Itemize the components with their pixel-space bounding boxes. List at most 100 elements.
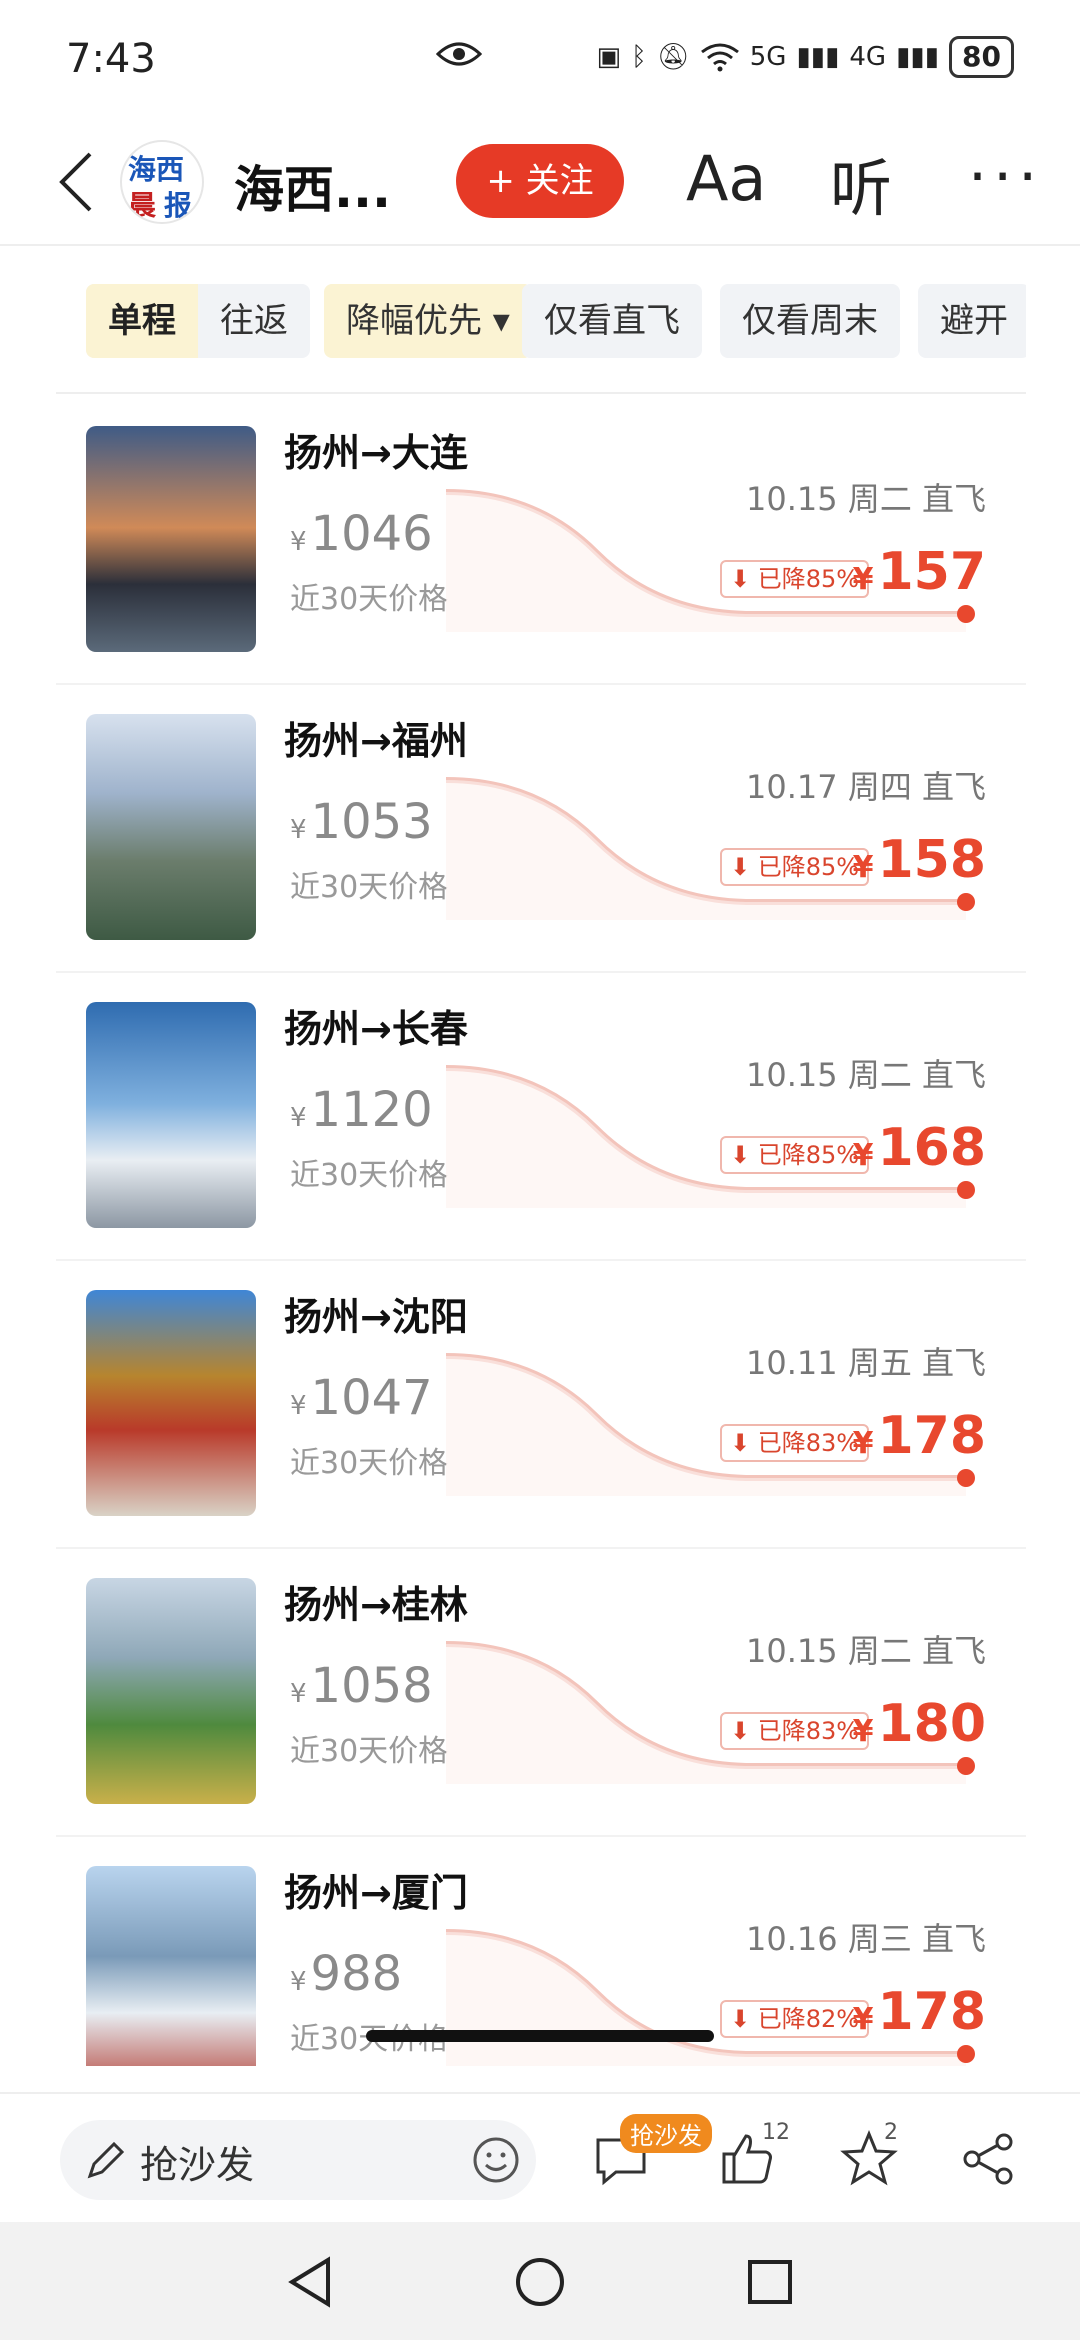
source-logo[interactable]: 海西 晨 报 — [120, 140, 204, 224]
font-size-button[interactable]: Aa — [686, 142, 766, 215]
current-price-value: 180 — [877, 1694, 986, 1754]
status-time: 7:43 — [66, 36, 156, 82]
system-nav-bar — [0, 2222, 1080, 2340]
drop-badge: ⬇ 已降83% — [720, 1712, 870, 1750]
nav-back-icon[interactable] — [286, 2256, 334, 2308]
tab-one-way[interactable]: 单程 — [86, 284, 198, 358]
flight-date: 10.11 周五 直飞 — [746, 1344, 986, 1382]
direct-only-chip[interactable]: 仅看直飞 — [522, 284, 702, 358]
down-arrow-icon: ⬇ — [730, 853, 758, 881]
signal-5g: 5G — [749, 42, 787, 72]
flight-deal-row[interactable]: 扬州→长春 ¥1120 近30天价格 10.15 周二 直飞 ⬇ 已降85% ¥168 — [56, 972, 1026, 1260]
currency-symbol: ¥ — [290, 815, 307, 845]
currency-symbol: ¥ — [290, 1967, 307, 1997]
bluetooth-icon: ᛒ — [631, 42, 647, 72]
route-title: 扬州→福州 — [284, 719, 468, 763]
drop-percent: 已降83% — [757, 1429, 860, 1457]
current-price-value: 178 — [877, 1406, 986, 1466]
old-price: ¥1053 — [290, 794, 433, 850]
currency-symbol: ¥ — [852, 562, 874, 597]
old-price: ¥1120 — [290, 1082, 433, 1138]
logo-text-1: 海西 — [128, 153, 185, 186]
old-price-value: 1120 — [310, 1082, 433, 1138]
drop-percent: 已降85% — [757, 565, 860, 593]
drop-percent: 已降85% — [757, 1141, 860, 1169]
current-price-value: 168 — [877, 1118, 986, 1178]
flight-date: 10.17 周四 直飞 — [746, 768, 986, 806]
flight-date: 10.15 周二 直飞 — [746, 1632, 986, 1670]
current-price: ¥178 — [853, 1406, 986, 1466]
drop-badge: ⬇ 已降85% — [720, 1136, 870, 1174]
old-price: ¥988 — [290, 1946, 402, 2002]
logo-text-3: 报 — [164, 189, 193, 222]
old-price-value: 988 — [310, 1946, 403, 2002]
old-price-label: 近30天价格 — [290, 870, 449, 905]
source-name[interactable]: 海西... — [234, 150, 391, 222]
currency-symbol: ¥ — [290, 1103, 307, 1133]
avoid-chip[interactable]: 避开 — [918, 284, 1026, 358]
follow-button[interactable]: + 关注 — [456, 144, 624, 218]
flight-date: 10.16 周三 直飞 — [746, 1920, 986, 1958]
divider — [56, 392, 1026, 394]
old-price-value: 1047 — [310, 1370, 433, 1426]
wifi-icon — [700, 43, 739, 72]
nav-recents-icon[interactable] — [746, 2258, 794, 2306]
flight-deal-row[interactable]: 扬州→沈阳 ¥1047 近30天价格 10.11 周五 直飞 ⬇ 已降83% ¥178 — [56, 1260, 1026, 1548]
current-price-value: 158 — [877, 830, 986, 890]
article-header: 海西 晨 报 海西... + 关注 Aa 听 ··· — [0, 120, 1080, 246]
old-price-value: 1046 — [310, 506, 433, 562]
currency-symbol: ¥ — [290, 1391, 307, 1421]
destination-photo — [86, 1002, 256, 1228]
sort-drop-chip[interactable]: 降幅优先 ▾ — [324, 284, 532, 358]
flight-deal-row[interactable]: 扬州→福州 ¥1053 近30天价格 10.17 周四 直飞 ⬇ 已降85% ¥158 — [56, 684, 1026, 972]
signal-4g: 4G — [849, 42, 887, 72]
listen-button[interactable]: 听 — [830, 138, 892, 228]
destination-photo — [86, 1578, 256, 1804]
tab-round-trip[interactable]: 往返 — [198, 284, 310, 358]
old-price: ¥1058 — [290, 1658, 433, 1714]
route-title: 扬州→长春 — [284, 1007, 468, 1051]
currency-symbol: ¥ — [290, 527, 307, 557]
destination-photo — [86, 1290, 256, 1516]
pencil-icon — [87, 2141, 125, 2179]
old-price-label: 近30天价格 — [290, 1734, 449, 1769]
comment-input[interactable]: 抢沙发 — [60, 2120, 536, 2200]
drop-percent: 已降82% — [757, 2005, 860, 2033]
battery-indicator: 80 — [949, 36, 1014, 78]
comment-toolbar: 抢沙发 抢沙发 12 2 — [0, 2092, 1080, 2222]
drop-badge: ⬇ 已降83% — [720, 1424, 870, 1462]
currency-symbol: ¥ — [290, 1679, 307, 1709]
drop-percent: 已降85% — [757, 853, 860, 881]
flight-date: 10.15 周二 直飞 — [746, 480, 986, 518]
down-arrow-icon: ⬇ — [730, 565, 758, 593]
currency-symbol: ¥ — [852, 1138, 874, 1173]
mute-icon: 🔕︎ — [656, 42, 690, 72]
comment-placeholder: 抢沙发 — [140, 2143, 255, 2187]
trip-type-toggle: 单程 往返 — [86, 284, 310, 358]
flight-deal-row[interactable]: 扬州→大连 ¥1046 近30天价格 10.15 周二 直飞 ⬇ 已降85% ¥157 — [56, 396, 1026, 684]
route-title: 扬州→桂林 — [284, 1583, 468, 1627]
more-options-icon[interactable]: ··· — [968, 142, 1043, 212]
share-icon[interactable] — [960, 2130, 1018, 2188]
old-price-value: 1053 — [310, 794, 433, 850]
currency-symbol: ¥ — [852, 850, 874, 885]
currency-symbol: ¥ — [852, 1426, 874, 1461]
route-title: 扬州→沈阳 — [284, 1295, 468, 1339]
emoji-icon[interactable] — [472, 2136, 520, 2184]
currency-symbol: ¥ — [852, 1714, 874, 1749]
down-arrow-icon: ⬇ — [730, 2005, 758, 2033]
old-price: ¥1046 — [290, 506, 433, 562]
weekend-only-chip[interactable]: 仅看周末 — [720, 284, 900, 358]
nav-home-icon[interactable] — [514, 2256, 566, 2308]
favorite-count: 2 — [884, 2120, 898, 2145]
current-price-value: 157 — [877, 542, 986, 602]
current-price: ¥157 — [853, 542, 986, 602]
drop-badge: ⬇ 已降85% — [720, 848, 870, 886]
old-price-label: 近30天价格 — [290, 1158, 449, 1193]
back-arrow-icon[interactable] — [56, 150, 96, 214]
drop-percent: 已降83% — [757, 1717, 860, 1745]
current-price-value: 178 — [877, 1982, 986, 2042]
flight-deal-row[interactable]: 扬州→桂林 ¥1058 近30天价格 10.15 周二 直飞 ⬇ 已降83% ¥180 — [56, 1548, 1026, 1836]
route-title: 扬州→大连 — [284, 431, 468, 475]
current-price: ¥180 — [853, 1694, 986, 1754]
